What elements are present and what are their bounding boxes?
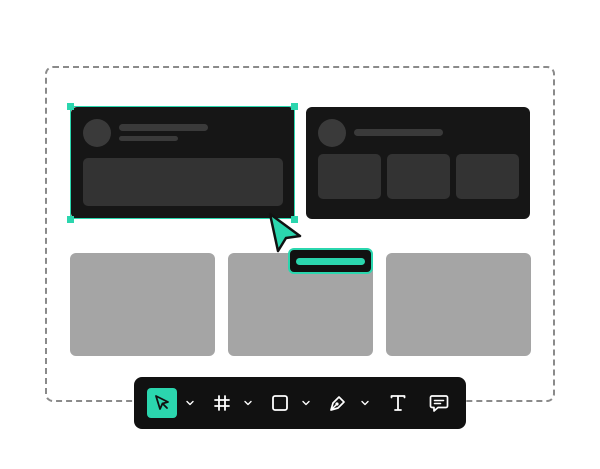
chevron-down-icon bbox=[361, 400, 369, 406]
thumbnail-placeholder bbox=[387, 154, 450, 199]
title-line-placeholder bbox=[119, 124, 208, 131]
content-block-placeholder bbox=[83, 158, 283, 206]
tool-move[interactable] bbox=[147, 388, 177, 418]
chevron-down-icon bbox=[186, 400, 194, 406]
chevron-down-icon bbox=[244, 400, 252, 406]
cursor-arrow-icon bbox=[155, 395, 169, 410]
selection-handle-top-right[interactable] bbox=[291, 103, 298, 110]
toolbar bbox=[134, 377, 466, 429]
thumbnail-placeholder bbox=[318, 154, 381, 199]
selection-handle-bottom-left[interactable] bbox=[67, 216, 74, 223]
tool-frame-menu[interactable] bbox=[242, 397, 254, 409]
tool-frame[interactable] bbox=[207, 388, 237, 418]
tool-pen-menu[interactable] bbox=[359, 397, 371, 409]
title-line-placeholder bbox=[354, 129, 443, 136]
chevron-down-icon bbox=[302, 400, 310, 406]
name-tag-placeholder bbox=[296, 258, 365, 265]
tool-text[interactable] bbox=[383, 388, 413, 418]
tool-rectangle-menu[interactable] bbox=[300, 397, 312, 409]
text-icon bbox=[390, 395, 406, 411]
light-card[interactable] bbox=[70, 253, 215, 356]
tool-move-menu[interactable] bbox=[184, 397, 196, 409]
avatar-placeholder bbox=[83, 119, 111, 147]
subtitle-line-placeholder bbox=[119, 136, 178, 141]
frame-hash-icon bbox=[214, 395, 230, 411]
dark-card-a[interactable] bbox=[71, 107, 295, 219]
light-card[interactable] bbox=[386, 253, 531, 356]
selection-handle-top-left[interactable] bbox=[67, 103, 74, 110]
tool-pen[interactable] bbox=[323, 388, 353, 418]
dark-card-b[interactable] bbox=[306, 107, 530, 219]
collaborator-name-tag bbox=[288, 248, 373, 274]
tool-comment[interactable] bbox=[424, 388, 454, 418]
thumbnail-placeholder bbox=[456, 154, 519, 199]
comment-icon bbox=[429, 395, 449, 412]
rectangle-icon bbox=[272, 395, 288, 411]
tool-rectangle[interactable] bbox=[265, 388, 295, 418]
pen-tool-icon bbox=[330, 396, 345, 411]
avatar-placeholder bbox=[318, 119, 346, 147]
